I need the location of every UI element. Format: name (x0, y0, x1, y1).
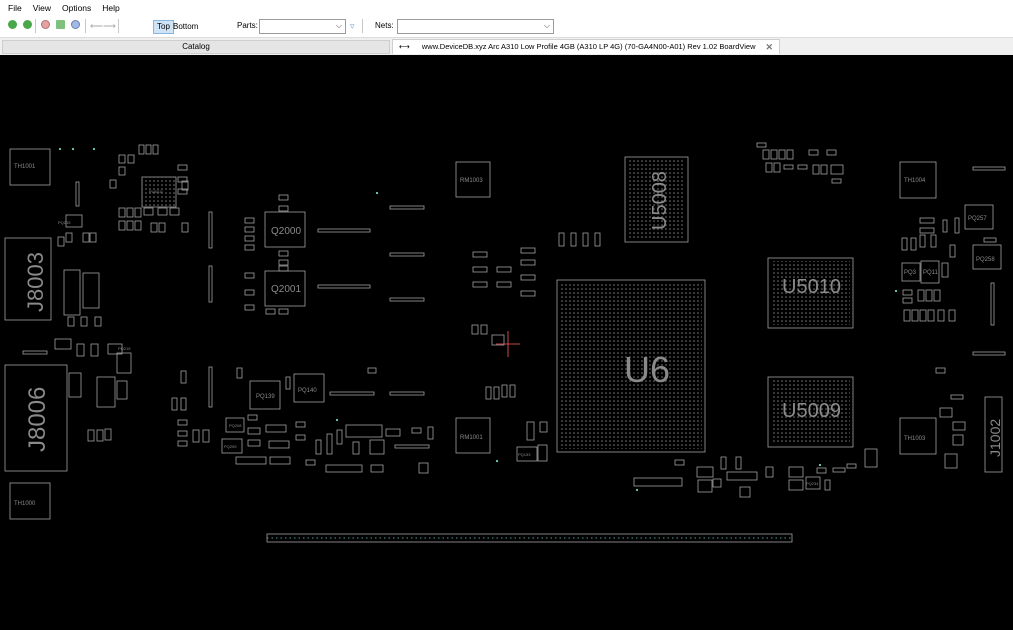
part-label-th1000: TH1000 (14, 501, 36, 507)
close-icon[interactable]: ✕ (765, 40, 773, 54)
pcb-drawing[interactable]: U6 U5010 U5009 U5008 J8003 J8006 J1002 Q2000 Q20… (0, 55, 1013, 630)
part-label-u5009: U5009 (782, 400, 841, 422)
zoom-fit-icon[interactable] (56, 20, 65, 29)
menu-options[interactable]: Options (62, 3, 91, 13)
part-label-pq209: PQ209 (224, 444, 237, 449)
toolbar-separator (85, 19, 86, 33)
chevron-down-icon[interactable]: ⌵ (336, 21, 342, 31)
green-circle-arrow-icon[interactable] (23, 20, 32, 29)
part-label-u6: U6 (624, 349, 670, 390)
parts-combobox[interactable]: ⌵ (259, 19, 346, 34)
boardview-canvas[interactable]: U6 U5010 U5009 U5008 J8003 J8006 J1002 Q2000 Q20… (0, 55, 1013, 630)
top-side-button[interactable]: Top (153, 20, 174, 34)
toolbar-separator (35, 19, 36, 33)
strip (389, 391, 425, 396)
strip (208, 211, 213, 249)
pin-icon[interactable]: ⟷ (399, 42, 410, 51)
part-label-j1002: J1002 (987, 419, 1003, 457)
toolbar-separator (362, 19, 363, 33)
chevron-down-icon[interactable]: ⌵ (544, 21, 550, 31)
part-label-u5010: U5010 (782, 276, 841, 298)
nets-combobox[interactable]: ⌵ (397, 19, 554, 34)
arrow-right-icon[interactable]: ⟶ (103, 21, 116, 32)
tab-document-title: www.DeviceDB.xyz Arc A310 Low Profile 4G… (421, 42, 756, 51)
part-label-th1004: TH1004 (904, 178, 926, 184)
zoom-in-icon[interactable] (41, 20, 50, 29)
strip (394, 444, 430, 449)
bga-dot-fields (142, 160, 850, 449)
part-label-pq215: PQ215 (58, 220, 71, 225)
part-label-pu6011: PU6011 (149, 189, 164, 194)
tab-catalog[interactable]: Catalog (2, 40, 390, 54)
menu-help[interactable]: Help (102, 3, 119, 13)
part-label-th1001: TH1001 (14, 164, 36, 170)
green-circle-arrow-icon[interactable] (8, 20, 17, 29)
strip (75, 181, 80, 207)
parts-label: Parts: (237, 21, 258, 30)
part-label-th1003: TH1003 (904, 436, 926, 442)
part-label-pq215: PQ215 (118, 346, 131, 351)
strip (208, 366, 213, 408)
part-label-q2001: Q2001 (271, 284, 301, 295)
strip (972, 351, 1006, 356)
strip (389, 252, 425, 257)
part-label-j8003: J8003 (23, 252, 48, 312)
part-label-pq234: PQ234 (806, 481, 819, 486)
tab-boardview-document[interactable]: ⟷ www.DeviceDB.xyz Arc A310 Low Profile … (392, 39, 780, 54)
part-label-pq11: PQ11 (923, 270, 939, 276)
toolbar-separator (118, 19, 119, 33)
strip (208, 265, 213, 303)
part-label-pq140: PQ140 (298, 388, 317, 394)
strip (317, 228, 371, 233)
small-ic (712, 478, 722, 488)
part-label-pq3: PQ3 (904, 270, 917, 276)
part-label-pq153: PQ153 (518, 452, 531, 457)
strip (317, 284, 371, 289)
strip (389, 205, 425, 210)
part-label-rm1003: RM1003 (460, 178, 483, 184)
part-label-q2000: Q2000 (271, 226, 301, 237)
strip (389, 297, 425, 302)
passive-cluster-center (171, 194, 434, 474)
menu-bar: File View Options Help (0, 0, 1013, 16)
part-label-pq257: PQ257 (968, 216, 987, 222)
menu-file[interactable]: File (8, 3, 22, 13)
part-label-pq258: PQ258 (976, 257, 995, 263)
small-ic (369, 439, 385, 455)
zoom-out-icon[interactable] (71, 20, 80, 29)
resistor-array (633, 477, 683, 487)
part-label-j8006: J8006 (24, 387, 51, 452)
strip (329, 391, 375, 396)
bottom-side-button[interactable]: Bottom (173, 20, 198, 34)
nets-label: Nets: (375, 21, 394, 30)
part-label-pq208: PQ208 (229, 423, 242, 428)
strip (22, 350, 48, 355)
menu-view[interactable]: View (33, 3, 51, 13)
filter-icon[interactable]: ▿ (350, 21, 355, 32)
part-label-pq139: PQ139 (256, 394, 275, 400)
part-label-u5008: U5008 (649, 171, 671, 230)
part-label-rm1001: RM1001 (460, 435, 483, 441)
strip (990, 282, 995, 326)
strip (972, 166, 1006, 171)
arrow-left-icon[interactable]: ⟵ (90, 21, 103, 32)
